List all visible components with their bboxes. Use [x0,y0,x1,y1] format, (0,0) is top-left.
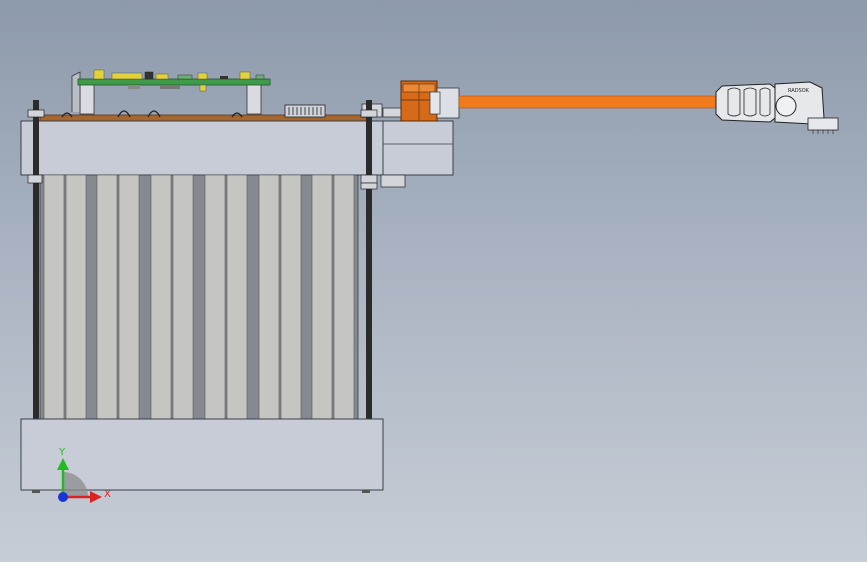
top-surface-details [39,103,406,122]
pcb-chip [160,85,180,89]
fin [65,174,87,421]
fin [333,174,355,421]
side-manifold [382,120,454,176]
pcb-chip [177,74,193,80]
triad-y-label: Y [58,447,66,458]
rod-nut [27,174,43,184]
cad-viewport[interactable]: RADSOK Y X [0,0,867,562]
plug-brand-text: RADSOK [788,88,810,94]
fin [226,174,248,421]
plug-head [807,117,839,131]
rod-nut [360,182,378,190]
orange-connector-fitting[interactable] [400,80,460,122]
fin [150,174,172,421]
orange-cable[interactable] [458,95,718,109]
base-foot [362,490,370,493]
pcb-chip [255,74,265,80]
threaded-rod-left [33,100,39,420]
pcb-standoff-right [246,83,262,115]
triad-origin-icon [58,492,68,502]
rod-nut [360,109,378,118]
fin [311,174,333,421]
pcb-board [77,78,271,86]
pcb-chip [199,84,207,92]
pcb-chip [93,69,105,80]
triad-x-label: X [104,489,111,500]
pcb-assembly [71,69,271,115]
fin [172,174,194,421]
pcb-chip [144,71,154,80]
fin [258,174,280,421]
heat-sink-fins [39,174,359,421]
fin [118,174,140,421]
pcb-standoff-left [79,83,95,115]
plug-latch [775,95,797,117]
triad-x-arrow-icon [90,491,102,503]
rod-nut [380,174,406,188]
threaded-rod-right [366,100,372,420]
top-manifold-block[interactable] [20,120,454,176]
pcb-bracket [71,71,81,112]
pcb-chip [239,71,251,80]
cable-plug[interactable]: RADSOK [715,81,839,134]
base-foot [32,490,40,493]
fin [280,174,302,421]
pcb-chip [155,73,169,80]
pcb-chip [111,72,143,80]
fitting-collar [429,91,441,115]
fin [204,174,226,421]
pcb-chip [128,85,140,89]
fin [96,174,118,421]
pcb-chip [220,76,228,79]
pcb-chip [197,72,208,80]
rod-nut [27,109,45,118]
rod-nut [360,174,378,184]
fin [43,174,65,421]
